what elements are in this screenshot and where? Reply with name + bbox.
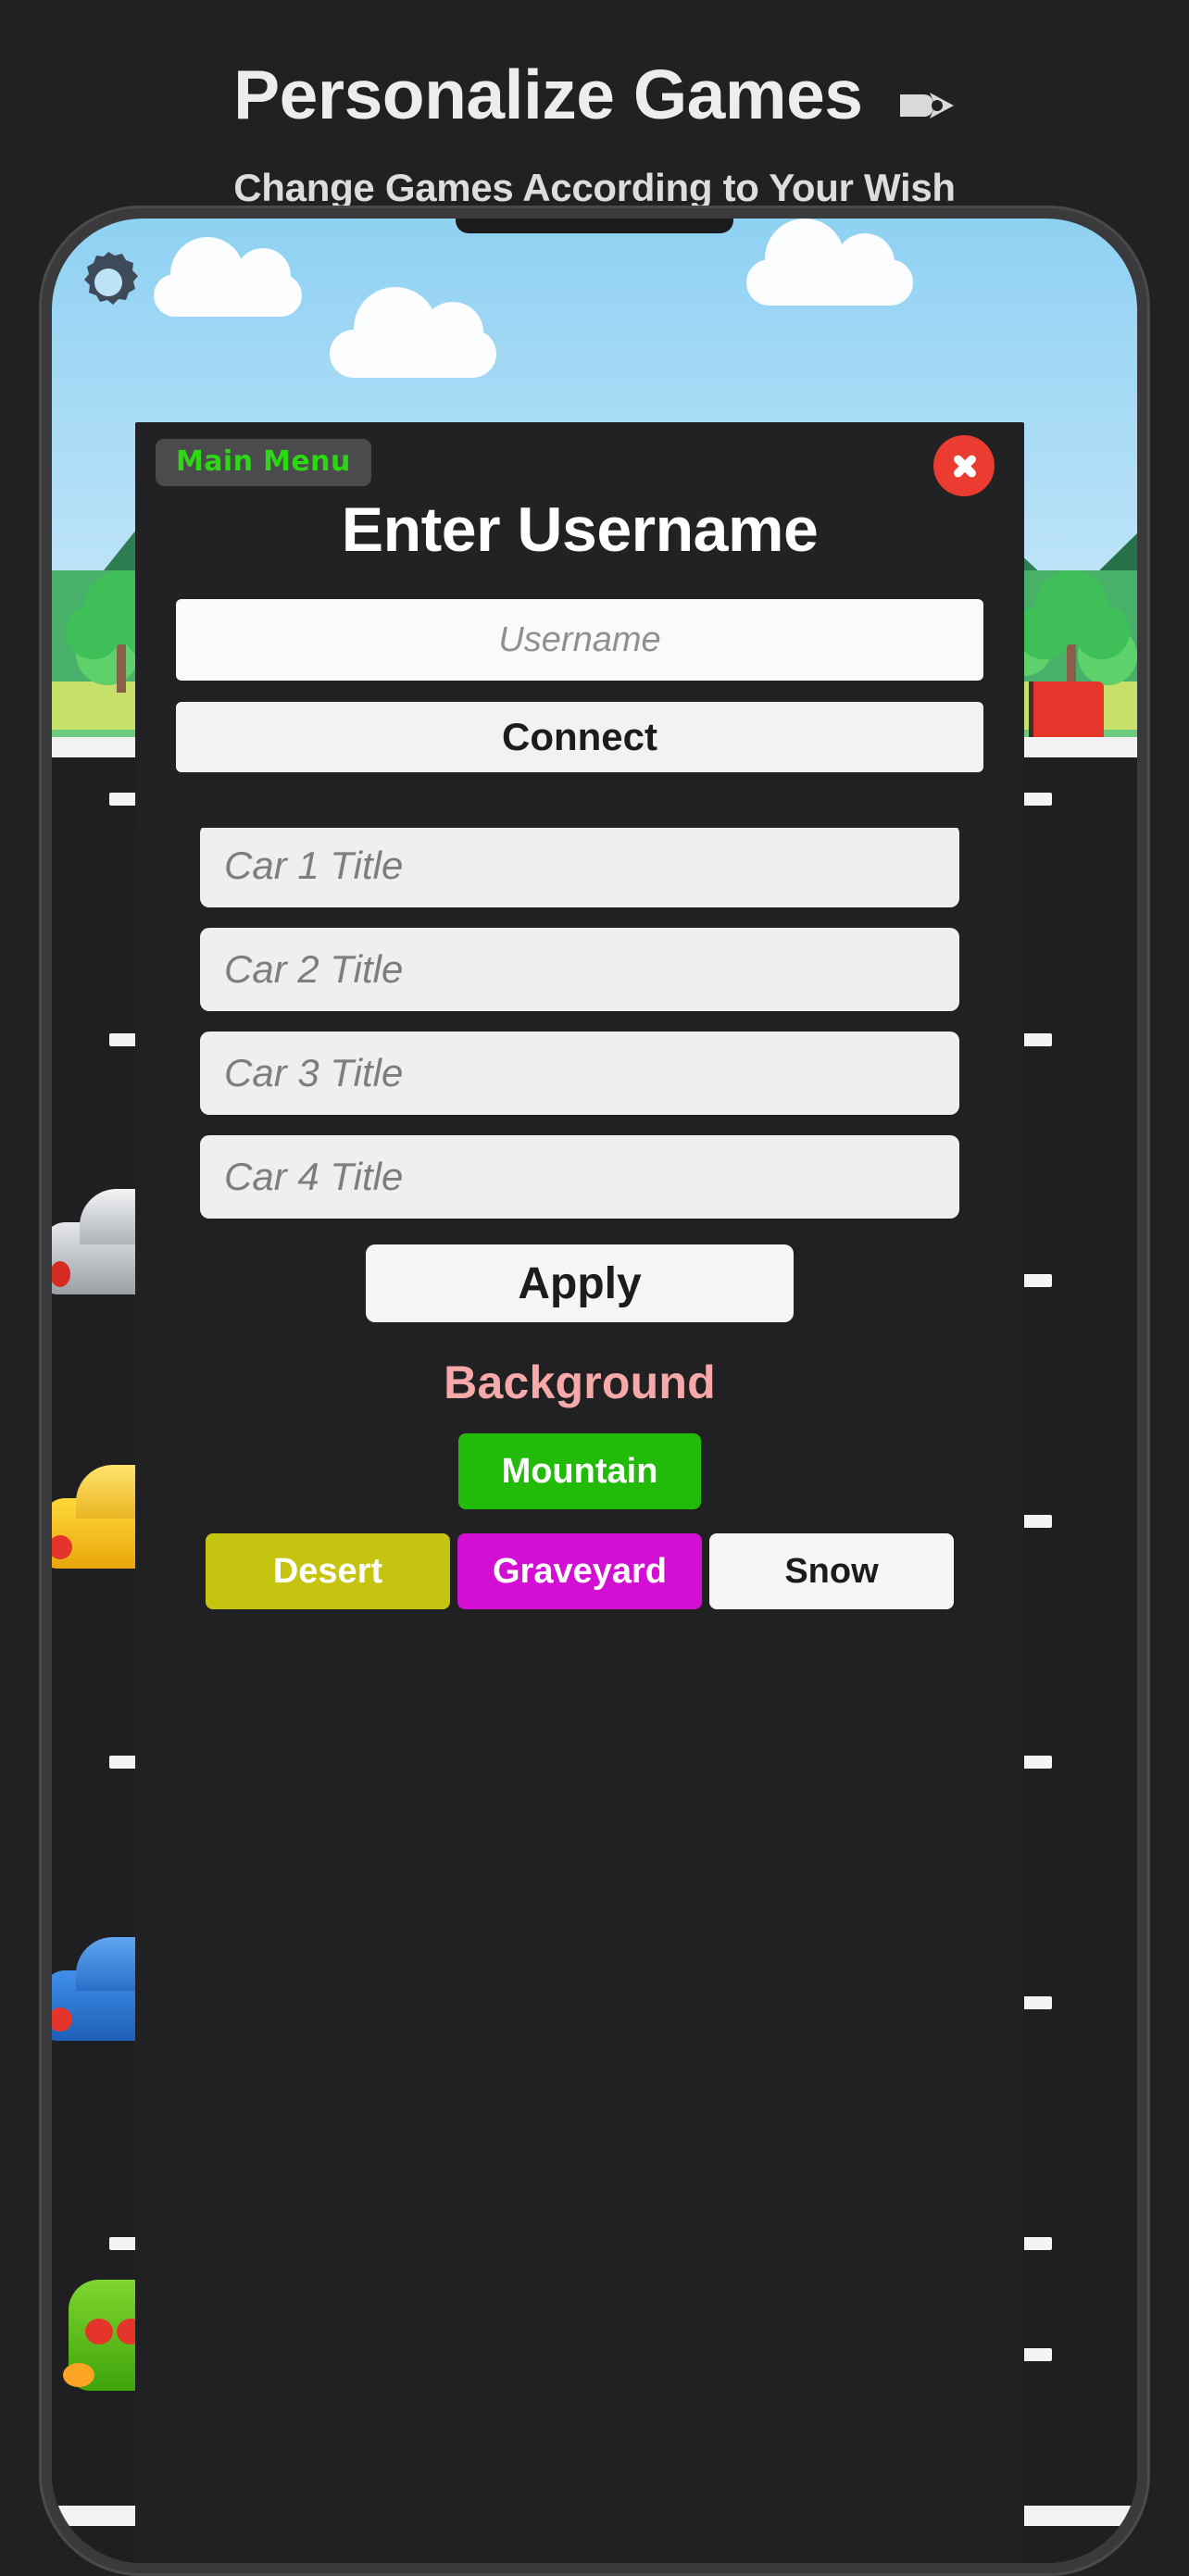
close-icon xyxy=(948,450,980,481)
apply-button[interactable]: Apply xyxy=(366,1244,794,1322)
phone-mockup: Apply Background Mountain Desert Graveya… xyxy=(39,206,1150,2576)
page-subtitle: Change Games According to Your Wish xyxy=(233,165,956,209)
phone-frame: Apply Background Mountain Desert Graveya… xyxy=(39,206,1150,2576)
username-input[interactable] xyxy=(176,599,983,681)
car-2-title-input[interactable] xyxy=(200,928,959,1011)
background-options-row-primary: Mountain xyxy=(135,1433,1024,1509)
page-title: Personalize Games xyxy=(0,57,1189,138)
page-title-text: Personalize Games xyxy=(233,56,863,133)
car-4-title-input[interactable] xyxy=(200,1135,959,1219)
spark-effect xyxy=(63,2363,94,2387)
background-section-label: Background xyxy=(444,1357,716,1408)
background-option-graveyard[interactable]: Graveyard xyxy=(457,1533,702,1609)
gear-icon[interactable] xyxy=(72,246,144,323)
app-screen: Apply Background Mountain Desert Graveya… xyxy=(52,219,1137,2563)
page-header: Personalize Games Change Games According… xyxy=(0,0,1189,210)
cloud xyxy=(746,219,913,306)
fountain-pen-nib-icon xyxy=(898,63,956,138)
personalization-panel: Apply Background Mountain Desert Graveya… xyxy=(135,698,1024,2563)
connect-button[interactable]: Connect xyxy=(176,702,983,772)
phone-notch xyxy=(456,219,733,233)
close-dialog-button[interactable] xyxy=(933,435,995,496)
phone-bezel: Apply Background Mountain Desert Graveya… xyxy=(52,219,1137,2563)
cloud xyxy=(154,237,302,317)
background-options-row-secondary: Desert Graveyard Snow xyxy=(135,1533,1024,1609)
car-3-title-input[interactable] xyxy=(200,1032,959,1115)
dialog-title: Enter Username xyxy=(341,494,819,565)
car-1-title-input[interactable] xyxy=(200,824,959,907)
enter-username-dialog: Main Menu Enter Username Connect xyxy=(135,422,1024,828)
background-option-desert[interactable]: Desert xyxy=(206,1533,450,1609)
dialog-bottom-spacer xyxy=(135,772,1024,828)
main-menu-button[interactable]: Main Menu xyxy=(156,439,371,486)
background-option-snow[interactable]: Snow xyxy=(709,1533,954,1609)
background-option-mountain[interactable]: Mountain xyxy=(458,1433,701,1509)
